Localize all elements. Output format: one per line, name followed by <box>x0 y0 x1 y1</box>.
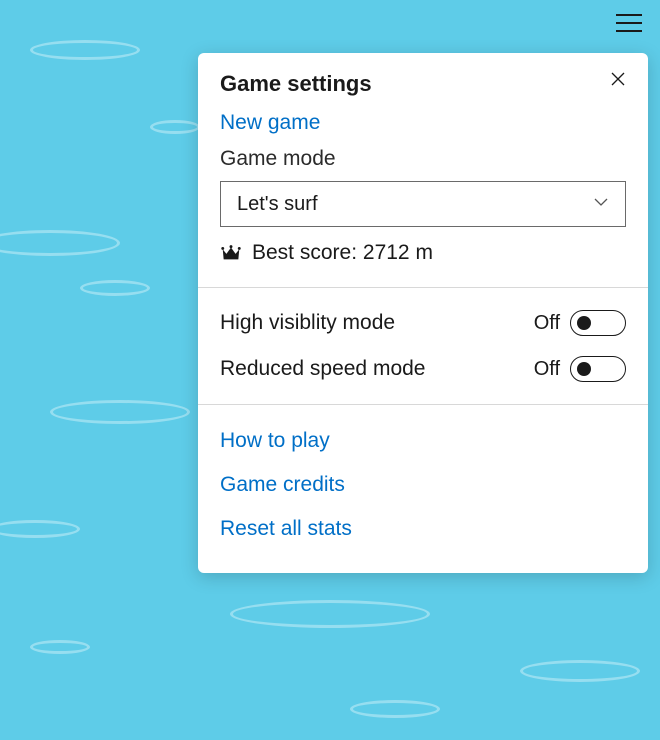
game-mode-select[interactable]: Let's surf <box>220 181 626 227</box>
close-icon <box>611 72 625 91</box>
chevron-down-icon <box>593 193 609 216</box>
reduced-speed-toggle[interactable] <box>570 356 626 382</box>
reduced-speed-state: Off <box>534 358 560 381</box>
game-credits-link[interactable]: Game credits <box>220 463 626 507</box>
settings-panel: Game settings New game Game mode Let's s… <box>198 53 648 573</box>
crown-icon <box>220 242 242 264</box>
best-score-text: Best score: 2712 m <box>252 241 433 265</box>
new-game-link[interactable]: New game <box>220 105 626 141</box>
high-visibility-state: Off <box>534 312 560 335</box>
reset-stats-link[interactable]: Reset all stats <box>220 507 626 551</box>
best-score-row: Best score: 2712 m <box>220 227 626 269</box>
game-mode-value: Let's surf <box>237 193 318 216</box>
close-button[interactable] <box>608 71 628 91</box>
game-mode-label: Game mode <box>220 141 626 181</box>
high-visibility-label: High visiblity mode <box>220 311 395 335</box>
panel-title: Game settings <box>220 71 626 97</box>
menu-button[interactable] <box>616 14 642 32</box>
reduced-speed-label: Reduced speed mode <box>220 357 425 381</box>
how-to-play-link[interactable]: How to play <box>220 419 626 463</box>
high-visibility-toggle[interactable] <box>570 310 626 336</box>
